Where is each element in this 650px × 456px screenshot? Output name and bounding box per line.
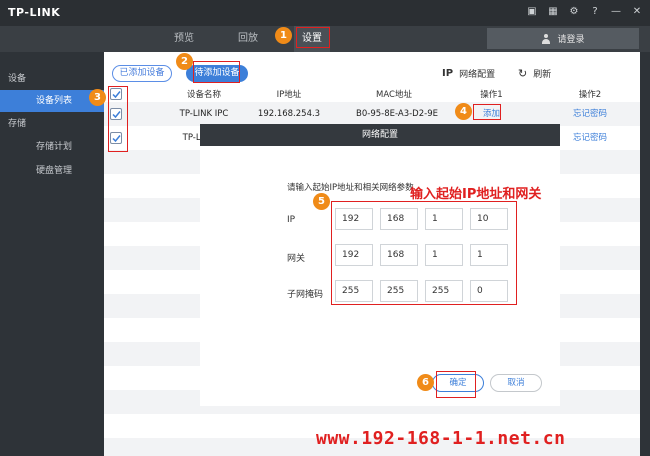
sidebar-group-device: 设备 [8, 74, 27, 84]
help-icon[interactable]: ? [588, 5, 602, 19]
tab-playback[interactable]: 回放 [224, 26, 272, 52]
highlight-confirm-button [436, 371, 476, 398]
table-header: 设备名称 IP地址 MAC地址 操作1 操作2 [104, 88, 640, 102]
close-icon[interactable]: ✕ [630, 5, 644, 19]
ip-label: IP [287, 215, 296, 225]
sidebar-item-storage-plan[interactable]: 存储计划 [0, 136, 104, 158]
table-row: TP-LINK IPC 192.168.254.3 B0-95-8E-A3-D2… [104, 102, 640, 126]
gateway-label: 网关 [287, 254, 306, 264]
title-bar: TP-LINK ▣ ▦ ⚙ ? — ✕ [0, 0, 650, 26]
sidebar-item-device-list[interactable]: 设备列表 [0, 90, 104, 112]
forgot-password-link[interactable]: 忘记密码 [560, 102, 620, 126]
highlight-settings-tab [296, 27, 330, 48]
subnet-mask-label: 子网掩码 [287, 290, 324, 300]
forgot-password-link[interactable]: 忘记密码 [560, 126, 620, 150]
step-badge-6: 6 [417, 374, 434, 391]
highlight-pending-tab [193, 61, 240, 83]
network-config-button[interactable]: IP 网络配置 [442, 67, 495, 80]
network-config-label: 网络配置 [459, 70, 496, 80]
step-badge-3: 3 [89, 89, 106, 106]
sidebar-item-disk-management[interactable]: 硬盘管理 [0, 160, 104, 182]
user-icon [541, 33, 551, 44]
highlight-ip-fields [331, 201, 517, 305]
sidebar: 设备 设备列表 存储 存储计划 硬盘管理 [0, 52, 104, 456]
col-device-name: 设备名称 [186, 90, 221, 100]
step-badge-2: 2 [176, 53, 193, 70]
refresh-label: 刷新 [533, 70, 552, 80]
device-ip: 192.168.254.3 [257, 109, 321, 119]
highlight-add-link [473, 104, 501, 120]
step-badge-4: 4 [455, 103, 472, 120]
login-button[interactable]: 请登录 [487, 28, 639, 49]
step-badge-1: 1 [275, 27, 292, 44]
highlight-checkboxes [108, 86, 128, 152]
cancel-button[interactable]: 取消 [490, 374, 542, 392]
watermark: www.192-168-1-1.net.cn [316, 428, 566, 449]
refresh-icon: ↻ [518, 67, 528, 80]
col-mac: MAC地址 [376, 90, 412, 100]
col-ip: IP地址 [276, 90, 302, 100]
save-icon[interactable]: ▣ [525, 5, 539, 19]
login-label: 请登录 [557, 35, 585, 45]
dialog-description: 请输入起始IP地址和相关网络参数 [287, 183, 414, 193]
step-badge-5: 5 [313, 193, 330, 210]
tab-preview[interactable]: 预览 [160, 26, 208, 52]
grid-icon[interactable]: ▦ [546, 5, 560, 19]
refresh-button[interactable]: ↻ 刷新 [518, 67, 551, 80]
gear-icon[interactable]: ⚙ [567, 5, 581, 19]
hint-text: 输入起始IP地址和网关 [410, 187, 542, 202]
col-op1: 操作1 [480, 90, 503, 100]
device-name: TP-LINK IPC [179, 109, 229, 119]
app-logo: TP-LINK [8, 6, 61, 19]
device-mac: B0-95-8E-A3-D2-9E [356, 109, 438, 119]
added-devices-tab[interactable]: 已添加设备 [112, 65, 172, 82]
minimize-icon[interactable]: — [609, 5, 623, 19]
dialog-title: 网络配置 [200, 124, 560, 146]
col-op2: 操作2 [578, 90, 602, 100]
window-controls: ▣ ▦ ⚙ ? — ✕ [525, 5, 644, 19]
right-edge [640, 52, 650, 456]
sidebar-group-storage: 存储 [8, 119, 27, 129]
ip-glyph: IP [442, 68, 454, 79]
